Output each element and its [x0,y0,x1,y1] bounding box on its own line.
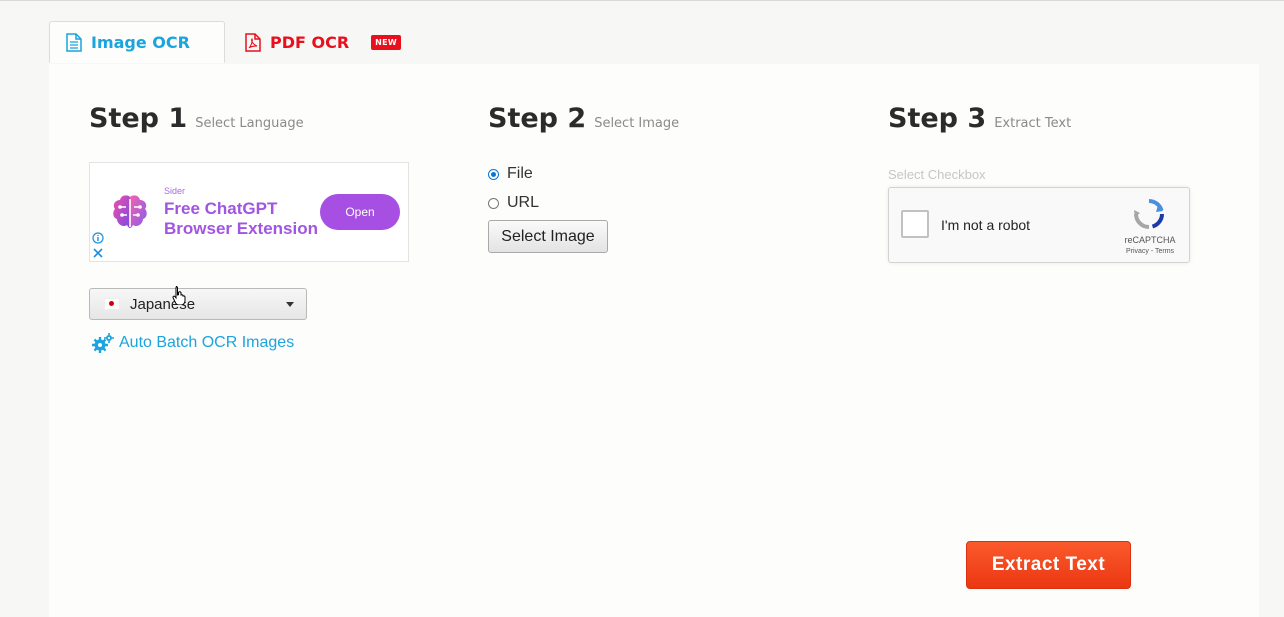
hand-cursor-icon [172,286,186,305]
ocr-tabs: Image OCR PDF OCR NEW [49,21,1219,65]
language-select[interactable]: Japanese [89,288,307,320]
new-badge: NEW [371,34,402,50]
ad-info-icon[interactable] [92,232,104,244]
brain-icon [113,195,147,228]
radio-label: URL [507,194,540,211]
gears-icon [92,333,114,353]
select-image-button[interactable]: Select Image [488,220,608,253]
ad-open-button[interactable]: Open [320,194,400,230]
step-3-heading: Step 3 Extract Text [888,103,1071,134]
document-icon [66,32,82,52]
recaptcha-label: I'm not a robot [941,217,1031,233]
radio-button[interactable] [488,197,499,209]
auto-batch-label: Auto Batch OCR Images [119,334,295,351]
tab-image-ocr[interactable]: Image OCR [49,21,225,63]
radio-file[interactable]: File [488,165,533,183]
recaptcha-links[interactable]: Privacy - Terms [1115,248,1185,255]
tab-pdf-ocr[interactable]: PDF OCR NEW [245,21,402,63]
tab-label: Image OCR [91,32,190,52]
radio-button[interactable] [488,168,499,180]
step-title: Step 3 [888,103,987,134]
chevron-down-icon [286,302,294,307]
japan-flag-icon [104,298,120,310]
step-1-heading: Step 1 Select Language [89,103,304,134]
ad-banner[interactable]: Sider Free ChatGPT Browser Extension Ope… [89,162,409,262]
ad-close-icon[interactable] [92,247,104,259]
recaptcha-brand: reCAPTCHA [1124,235,1176,245]
top-border [0,0,1284,1]
select-checkbox-hint: Select Checkbox [888,167,986,182]
step-subtitle: Select Language [195,116,304,131]
pdf-icon [245,32,261,52]
step-subtitle: Extract Text [994,116,1072,131]
step-title: Step 1 [89,103,188,134]
step-2-heading: Step 2 Select Image [488,103,679,134]
radio-label: File [507,165,533,182]
ad-headline: Free ChatGPT Browser Extension [164,199,318,238]
recaptcha-logo-icon [1134,199,1164,229]
recaptcha-checkbox[interactable] [901,210,929,238]
auto-batch-link[interactable]: Auto Batch OCR Images [92,333,294,353]
tab-label: PDF OCR [270,32,350,52]
step-subtitle: Select Image [594,116,680,131]
step-title: Step 2 [488,103,587,134]
recaptcha-widget: I'm not a robot reCAPTCHA Privacy - Term… [888,187,1190,263]
radio-url[interactable]: URL [488,194,539,212]
extract-text-button[interactable]: Extract Text [966,541,1131,589]
ad-brand: Sider [164,186,186,196]
